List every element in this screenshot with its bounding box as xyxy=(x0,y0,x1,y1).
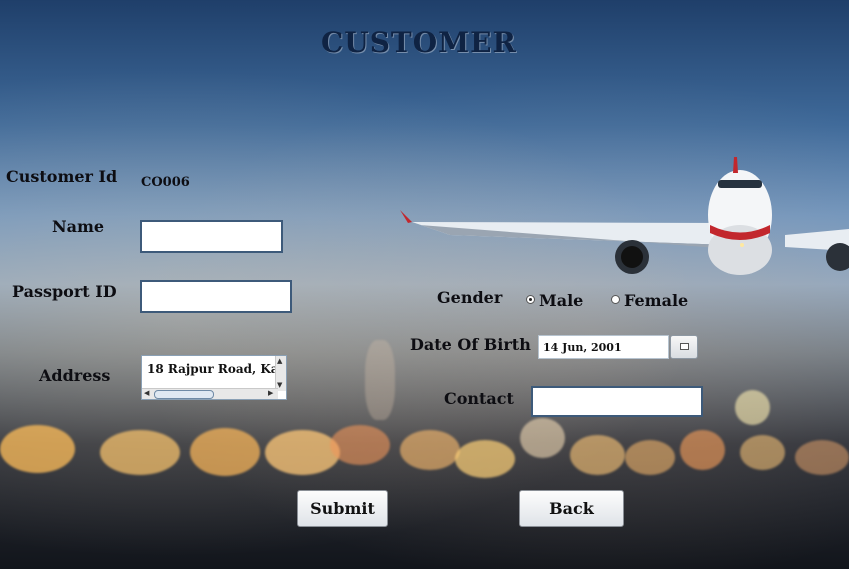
submit-button[interactable]: Submit xyxy=(297,490,388,527)
contact-label: Contact xyxy=(444,389,514,408)
page-title: CUSTOMER xyxy=(321,26,517,59)
address-vertical-scrollbar[interactable]: ▲ ▼ xyxy=(275,356,286,391)
name-field[interactable] xyxy=(140,220,283,253)
gender-female-label[interactable]: Female xyxy=(624,291,688,310)
address-horizontal-scrollbar[interactable]: ◀ ▶ xyxy=(142,388,278,399)
gender-label: Gender xyxy=(437,288,503,307)
address-label: Address xyxy=(39,366,111,385)
customer-id-label: Customer Id xyxy=(6,167,118,186)
date-of-birth-field[interactable]: 14 Jun, 2001 xyxy=(538,335,669,359)
gender-male-radio[interactable] xyxy=(526,295,535,304)
address-text: 18 Rajpur Road, Karachi xyxy=(147,362,286,376)
airplane-image xyxy=(400,157,849,275)
gender-male-label[interactable]: Male xyxy=(539,291,583,310)
scroll-up-arrow-icon[interactable]: ▲ xyxy=(277,358,282,365)
calendar-button[interactable] xyxy=(670,335,698,359)
date-of-birth-label: Date Of Birth xyxy=(410,335,531,354)
customer-id-value: CO006 xyxy=(141,175,190,190)
name-label: Name xyxy=(52,217,105,236)
date-of-birth-value: 14 Jun, 2001 xyxy=(543,341,622,354)
gender-female-radio[interactable] xyxy=(611,295,620,304)
passport-id-field[interactable] xyxy=(140,280,292,313)
scroll-right-arrow-icon[interactable]: ▶ xyxy=(268,390,273,397)
address-textarea[interactable]: 18 Rajpur Road, Karachi ▲ ▼ ◀ ▶ xyxy=(141,355,287,400)
calendar-icon xyxy=(680,343,689,350)
contact-field[interactable] xyxy=(531,386,703,417)
passport-id-label: Passport ID xyxy=(12,282,117,301)
back-button[interactable]: Back xyxy=(519,490,624,527)
scroll-thumb[interactable] xyxy=(154,390,214,399)
radio-selected-dot xyxy=(529,298,532,301)
scroll-left-arrow-icon[interactable]: ◀ xyxy=(144,390,149,397)
